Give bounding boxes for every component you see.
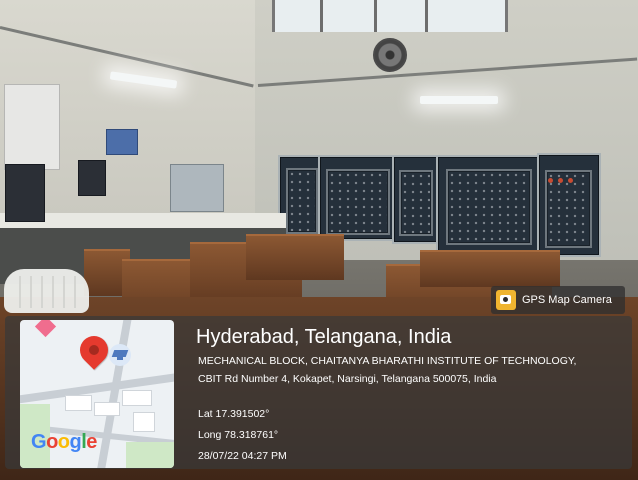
map-green-area (126, 442, 174, 468)
lab-equipment (78, 160, 106, 196)
wall-poster (106, 129, 138, 155)
lab-equipment (5, 164, 45, 222)
timestamp: 28/07/22 04:27 PM (198, 450, 287, 462)
longitude: Long 78.318761° (198, 429, 279, 441)
map-building (133, 412, 155, 432)
whiteboard (4, 84, 60, 170)
indicator-lamp (548, 178, 553, 183)
ceiling-window (272, 0, 508, 32)
camera-icon (496, 290, 516, 310)
indicator-lamp (558, 178, 563, 183)
google-logo: Google (31, 431, 97, 453)
lab-instrument (170, 164, 224, 212)
window-bar (320, 0, 323, 32)
exhaust-fan (373, 38, 407, 72)
panel-grid (446, 169, 532, 245)
latitude: Lat 17.391502° (198, 408, 270, 420)
camera-label: GPS Map Camera (522, 294, 612, 306)
map-building (122, 390, 152, 406)
panel-grid (399, 170, 433, 236)
wooden-bench (246, 234, 344, 280)
tube-light (420, 96, 498, 104)
chair-back-slats (10, 276, 82, 308)
map-marker-shape (34, 320, 57, 338)
map-pin-icon (74, 330, 114, 370)
location-title: Hyderabad, Telangana, India (196, 326, 452, 348)
window-bar (425, 0, 428, 32)
wooden-bench (420, 250, 560, 287)
map-building (94, 402, 120, 416)
location-address: MECHANICAL BLOCK, CHAITANYA BHARATHI INS… (198, 355, 577, 385)
panel-grid (286, 168, 318, 234)
location-map: Google (20, 320, 174, 468)
indicator-lamp (568, 178, 573, 183)
lab-photo: GPS Map Camera Google Hyderabad, Telanga… (0, 0, 638, 480)
gps-camera-badge: GPS Map Camera (491, 286, 625, 314)
graduation-cap-icon (109, 344, 131, 366)
window-bar (374, 0, 377, 32)
map-building (65, 395, 92, 411)
panel-grid (326, 169, 390, 235)
